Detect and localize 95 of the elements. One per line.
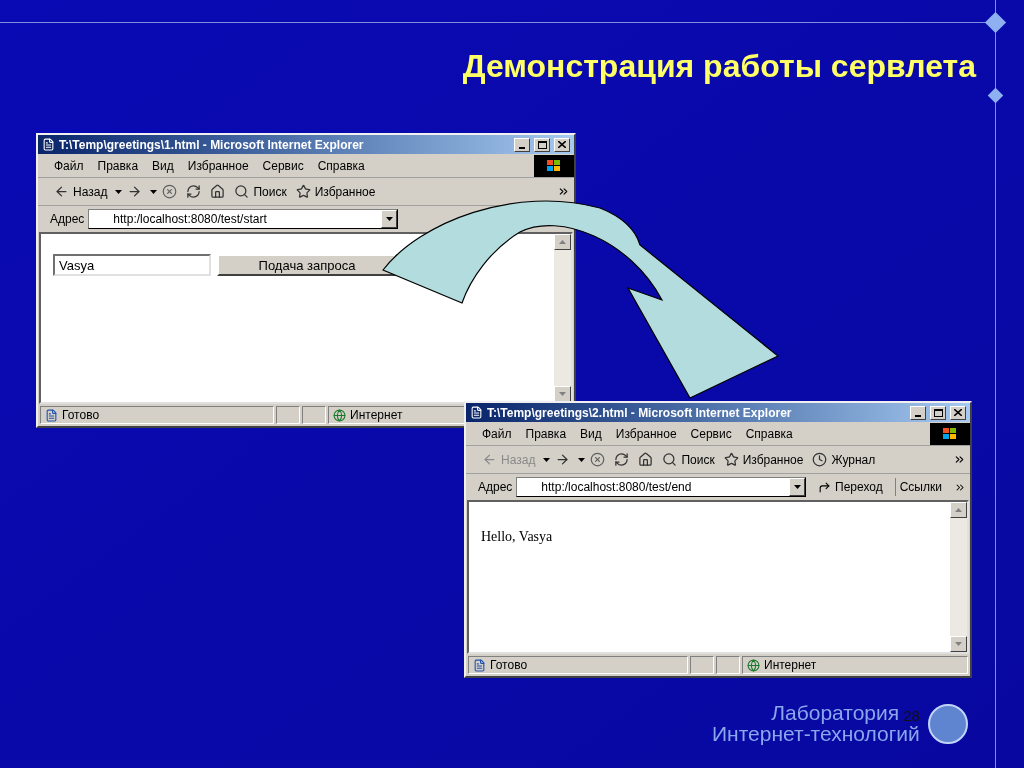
address-label: Адрес <box>478 479 513 496</box>
clock-icon <box>812 452 828 467</box>
back-button[interactable]: Назад <box>50 180 112 203</box>
scroll-down-button[interactable] <box>554 386 571 402</box>
favorites-button[interactable]: Избранное <box>719 448 808 471</box>
zone-text: Интернет <box>764 657 817 674</box>
page-text: Hello, Vasya <box>481 528 554 546</box>
maximize-icon <box>537 140 547 149</box>
minimize-button[interactable] <box>514 137 530 152</box>
up-arrow-icon <box>955 508 962 512</box>
maximize-button[interactable] <box>534 137 550 152</box>
close-button[interactable] <box>950 405 966 420</box>
status-pane <box>716 656 740 674</box>
minimize-icon <box>915 414 921 417</box>
star-icon <box>723 452 739 467</box>
dropdown-caret-icon <box>543 457 551 462</box>
globe-icon <box>333 408 347 422</box>
page-number: 28 <box>903 708 920 723</box>
minimize-icon <box>519 146 525 149</box>
menu-item[interactable]: Файл <box>54 156 84 175</box>
status-pane <box>302 406 327 424</box>
forward-arrow-icon <box>555 452 571 467</box>
dropdown-caret-icon <box>578 457 586 462</box>
search-button[interactable]: Поиск <box>230 180 291 203</box>
menu-item[interactable]: Вид <box>580 424 602 443</box>
page-icon <box>45 408 58 422</box>
menu-item[interactable]: Правка <box>525 424 567 443</box>
home-icon <box>638 452 654 467</box>
close-icon <box>954 409 962 416</box>
up-arrow-icon <box>559 240 566 244</box>
scroll-up-button[interactable] <box>554 234 571 250</box>
forward-arrow-icon <box>127 184 143 199</box>
input-field[interactable]: Vasya <box>53 254 211 276</box>
close-button[interactable] <box>554 137 570 152</box>
search-icon <box>662 452 678 467</box>
menu-item[interactable]: Правка <box>97 156 139 175</box>
dropdown-caret-icon <box>150 189 158 194</box>
close-icon <box>558 141 566 148</box>
logo-icon <box>927 704 968 744</box>
refresh-icon <box>614 452 630 467</box>
scroll-up-button[interactable] <box>950 502 967 518</box>
scrollbar[interactable] <box>950 502 967 652</box>
maximize-icon <box>933 408 943 417</box>
window-title: T:\Temp\greetings\2.html - Microsoft Internet Explorer <box>487 404 793 422</box>
address-label: Адрес <box>50 211 85 228</box>
stop-icon <box>162 184 178 199</box>
page-icon <box>473 658 486 672</box>
footer-text: Интернет-технологий <box>712 723 920 744</box>
more-icon[interactable] <box>557 185 570 198</box>
globe-icon <box>747 658 760 672</box>
search-button[interactable]: Поиск <box>658 448 719 471</box>
refresh-icon <box>186 184 202 199</box>
slide-title: Демонстрация работы сервлета <box>462 47 976 86</box>
dropdown-button[interactable] <box>381 210 398 228</box>
menu-item[interactable]: Файл <box>482 424 512 443</box>
scroll-down-button[interactable] <box>950 636 967 652</box>
zone-text: Интернет <box>350 407 403 424</box>
star-icon <box>295 184 311 199</box>
stop-icon <box>590 452 606 467</box>
windows-logo-icon <box>534 154 574 177</box>
search-icon <box>234 184 250 199</box>
links-button[interactable]: Ссылки <box>894 478 946 496</box>
page-icon <box>42 138 55 151</box>
menu-item[interactable]: Избранное <box>615 424 677 443</box>
menu-item[interactable]: Сервис <box>690 424 732 443</box>
dropdown-caret-icon <box>115 189 123 194</box>
scrollbar[interactable] <box>554 234 571 402</box>
caret-icon <box>385 217 393 221</box>
menu-item[interactable]: Сервис <box>262 156 304 175</box>
status-text: Готово <box>490 657 528 674</box>
dropdown-button[interactable] <box>789 478 805 496</box>
down-arrow-icon <box>955 642 962 646</box>
footer-text: Лаборатория <box>771 702 900 723</box>
more-icon[interactable] <box>953 453 966 466</box>
go-arrow-icon <box>818 480 831 494</box>
history-button[interactable]: Журнал <box>808 448 880 471</box>
address-field[interactable]: http:/localhost:8080/test/start <box>88 209 399 229</box>
home-icon <box>210 184 226 199</box>
menu-item[interactable]: Вид <box>152 156 174 175</box>
down-arrow-icon <box>559 392 566 396</box>
windows-logo-icon <box>930 422 970 445</box>
address-field[interactable]: http:/localhost:8080/test/end <box>516 477 806 497</box>
submit-button[interactable]: Подача запроса <box>217 254 397 276</box>
status-pane <box>690 656 714 674</box>
menu-item[interactable]: Избранное <box>187 156 249 175</box>
minimize-button[interactable] <box>910 405 926 420</box>
maximize-button[interactable] <box>930 405 946 420</box>
go-button[interactable]: Переход <box>810 478 891 496</box>
favorites-button[interactable]: Избранное <box>291 180 380 203</box>
status-text: Готово <box>62 407 100 424</box>
window-title: T:\Temp\greetings\1.html - Microsoft Internet Explorer <box>59 136 365 154</box>
caret-icon <box>793 485 801 489</box>
page-icon <box>470 406 483 419</box>
menu-item[interactable]: Справка <box>745 424 793 443</box>
menu-item[interactable]: Справка <box>317 156 365 175</box>
